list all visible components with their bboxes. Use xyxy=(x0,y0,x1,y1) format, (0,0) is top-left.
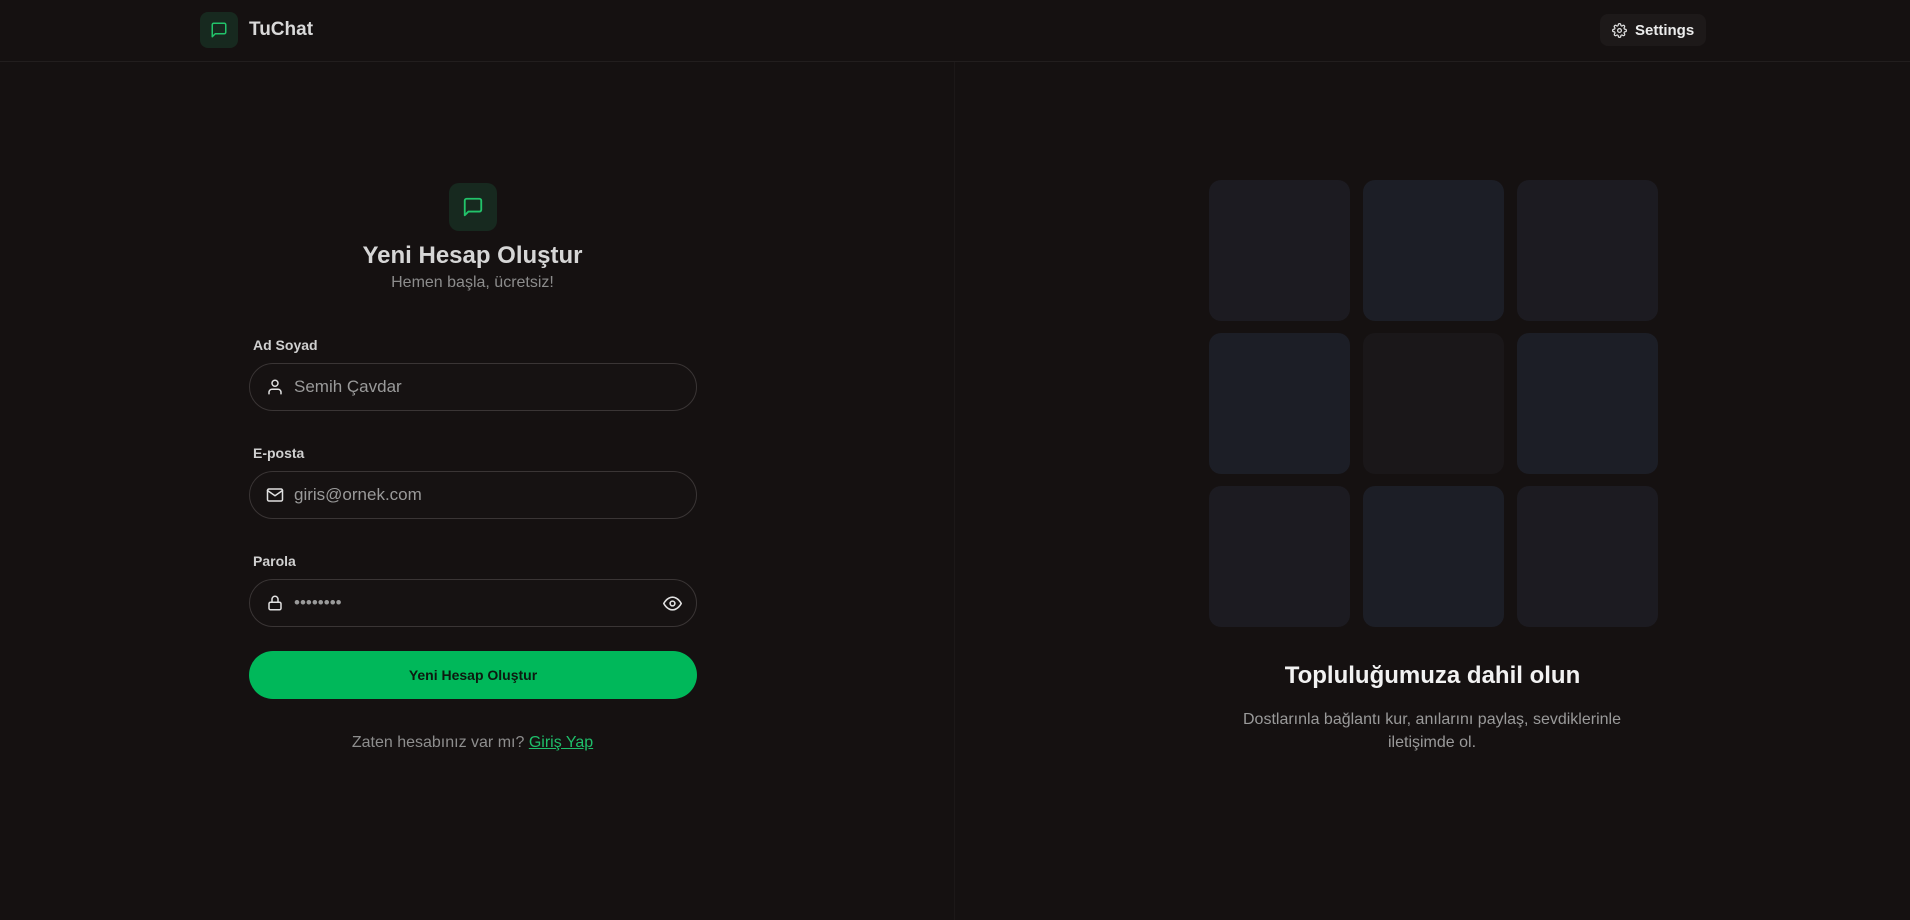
message-square-icon xyxy=(449,183,497,231)
promo-panel: Topluluğumuza dahil olun Dostlarınla bağ… xyxy=(955,62,1910,920)
mail-icon xyxy=(264,484,286,506)
email-label: E-posta xyxy=(253,445,305,461)
promo-title: Topluluğumuza dahil olun xyxy=(1284,662,1581,689)
email-input[interactable] xyxy=(294,485,696,505)
password-label: Parola xyxy=(253,553,296,569)
message-square-icon xyxy=(200,12,238,48)
email-field[interactable] xyxy=(249,471,697,519)
name-input[interactable] xyxy=(294,377,696,397)
login-prompt: Zaten hesabınız var mı? xyxy=(351,734,525,751)
grid-tile xyxy=(1517,333,1658,474)
gear-icon xyxy=(1612,22,1627,38)
eye-icon[interactable] xyxy=(652,583,692,623)
login-link[interactable]: Giriş Yap xyxy=(529,734,593,751)
grid-tile xyxy=(1517,486,1658,627)
register-panel: Yeni Hesap Oluştur Hemen başla, ücretsiz… xyxy=(0,62,954,920)
top-bar: TuChat Settings xyxy=(0,0,1910,62)
grid-tile xyxy=(1209,486,1350,627)
form-title: Yeni Hesap Oluştur xyxy=(362,242,583,269)
grid-tile xyxy=(1209,333,1350,474)
form-subtitle: Hemen başla, ücretsiz! xyxy=(391,274,554,291)
promo-text: Dostlarınla bağlantı kur, anılarını payl… xyxy=(1243,711,1621,751)
create-account-button[interactable]: Yeni Hesap Oluştur xyxy=(249,651,697,699)
grid-tile xyxy=(1517,180,1658,321)
password-field[interactable] xyxy=(249,579,697,627)
grid-tile xyxy=(1209,180,1350,321)
lock-icon xyxy=(264,592,286,614)
user-icon xyxy=(264,376,286,398)
settings-label: Settings xyxy=(1635,21,1695,39)
name-label: Ad Soyad xyxy=(253,337,318,353)
name-field[interactable] xyxy=(249,363,697,411)
grid-tile xyxy=(1363,486,1504,627)
settings-button[interactable]: Settings xyxy=(1600,14,1707,46)
login-prompt-line: Zaten hesabınız var mı? Giriş Yap xyxy=(0,734,945,752)
grid-tile xyxy=(1363,333,1504,474)
brand[interactable]: TuChat xyxy=(200,12,313,48)
app-name: TuChat xyxy=(249,19,314,40)
tile-grid xyxy=(1209,180,1658,628)
password-input[interactable] xyxy=(294,593,652,613)
grid-tile xyxy=(1363,180,1504,321)
